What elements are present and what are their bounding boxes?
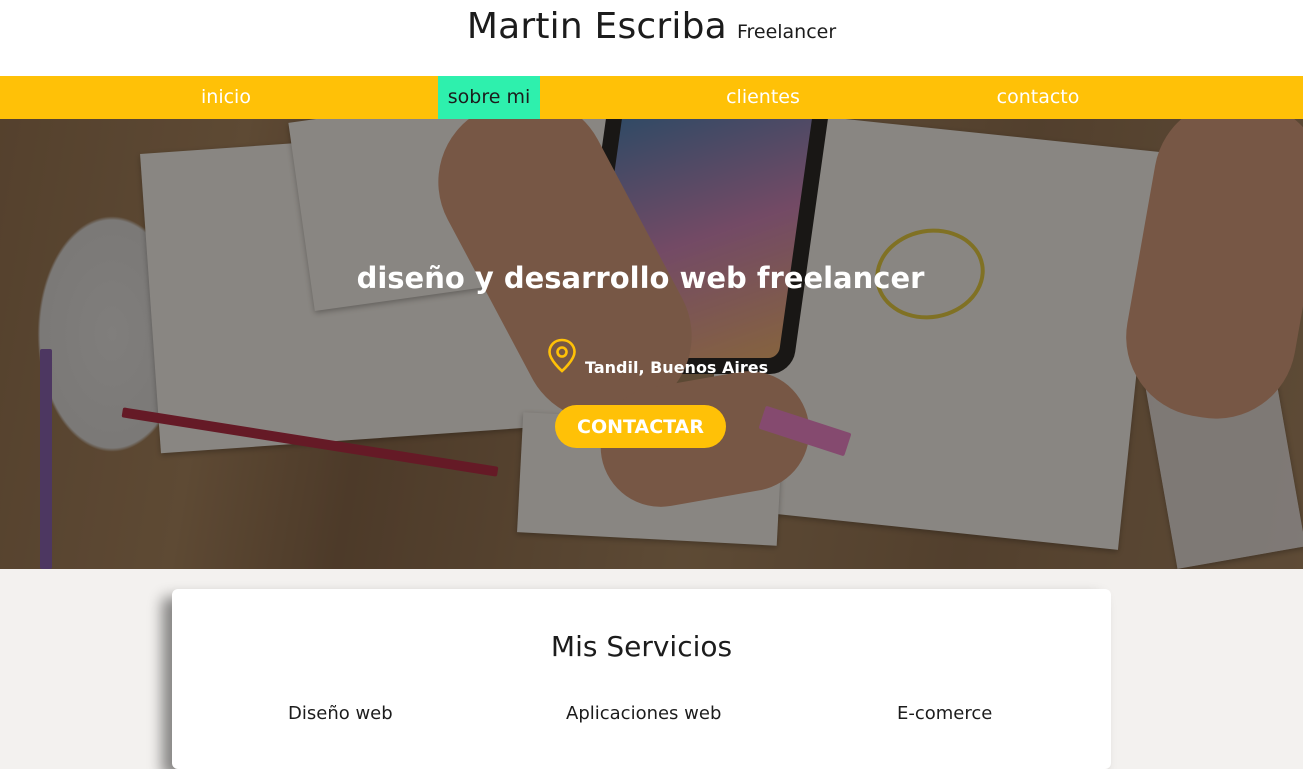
services-title: Mis Servicios	[550, 630, 733, 663]
location-text: Tandil, Buenos Aires	[585, 358, 769, 377]
service-item-diseno-web: Diseño web	[288, 703, 393, 724]
nav-item-sobre-mi[interactable]: sobre mi	[438, 76, 540, 119]
hero-content: diseño y desarrollo web freelancer Tandi…	[0, 119, 1303, 569]
nav-item-clientes[interactable]: clientes	[712, 76, 814, 119]
site-header: Martin Escriba Freelancer	[0, 0, 1303, 76]
hero-title: diseño y desarrollo web freelancer	[356, 261, 925, 295]
main-nav: inicio sobre mi clientes contacto	[0, 76, 1303, 119]
brand-role: Freelancer	[736, 21, 837, 43]
brand-name: Martin Escriba	[466, 6, 727, 47]
service-item-e-comerce: E-comerce	[897, 703, 993, 724]
services-card: Mis Servicios Diseño web Aplicaciones we…	[172, 589, 1111, 769]
nav-item-inicio[interactable]: inicio	[170, 76, 282, 119]
map-pin-icon	[546, 338, 578, 374]
contactar-button[interactable]: CONTACTAR	[555, 405, 726, 448]
nav-item-contacto[interactable]: contacto	[983, 76, 1093, 119]
service-item-aplicaciones-web: Aplicaciones web	[566, 703, 722, 724]
hero-section: diseño y desarrollo web freelancer Tandi…	[0, 119, 1303, 569]
brand: Martin Escriba Freelancer	[467, 6, 836, 47]
